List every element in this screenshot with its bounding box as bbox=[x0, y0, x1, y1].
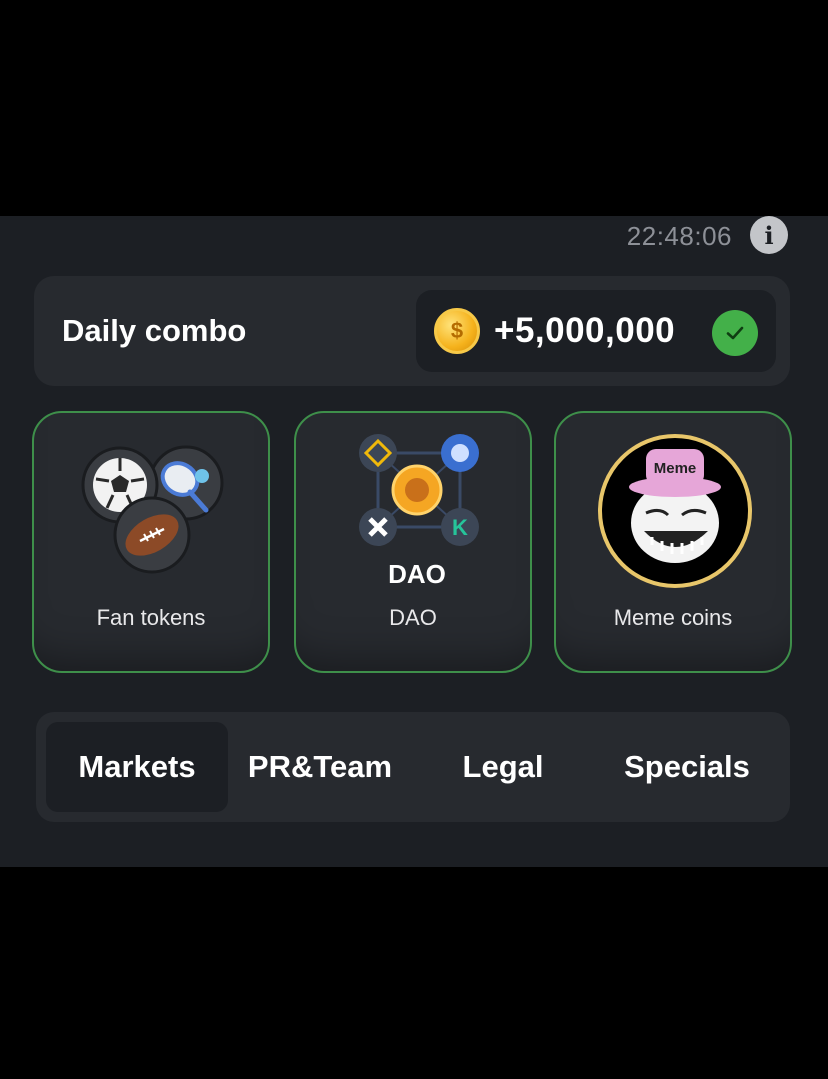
card-dao[interactable]: K DAO DAO bbox=[294, 411, 532, 673]
svg-text:K: K bbox=[452, 515, 468, 540]
reward-value: +5,000,000 bbox=[494, 311, 676, 350]
card-fan-tokens[interactable]: Fan tokens bbox=[32, 411, 270, 673]
card-label: DAO bbox=[389, 605, 437, 630]
countdown-timer: 22:48:06 bbox=[626, 220, 732, 251]
daily-combo-reward: $ +5,000,000 bbox=[416, 290, 776, 372]
daily-combo-title: Daily combo bbox=[62, 313, 247, 348]
coin-icon: $ bbox=[434, 308, 480, 354]
tab-legal[interactable]: Legal bbox=[412, 722, 594, 812]
meme-art-text: Meme bbox=[654, 460, 697, 477]
category-cards: Fan tokens K DAO DAO Meme Meme coins bbox=[32, 411, 794, 673]
category-tabs: Markets PR&Team Legal Specials bbox=[36, 712, 790, 822]
dao-art-text: DAO bbox=[388, 559, 446, 589]
fan-tokens-icon bbox=[81, 445, 224, 574]
card-label: Meme coins bbox=[613, 605, 733, 630]
tab-specials[interactable]: Specials bbox=[596, 722, 778, 812]
check-icon bbox=[712, 310, 758, 356]
tab-markets[interactable]: Markets bbox=[46, 722, 228, 812]
info-icon[interactable]: i bbox=[750, 216, 788, 254]
meme-coins-icon: Meme bbox=[598, 434, 752, 588]
dao-icon: K DAO bbox=[359, 434, 479, 589]
card-label: Fan tokens bbox=[96, 605, 206, 630]
timer-row: 22:48:06 i bbox=[627, 216, 788, 256]
mine-panel: 22:48:06 i Daily combo $ +5,000,000 Fan … bbox=[0, 216, 828, 867]
card-meme-coins[interactable]: Meme Meme coins bbox=[554, 411, 792, 673]
tab-pr-team[interactable]: PR&Team bbox=[229, 722, 411, 812]
daily-combo-card[interactable]: Daily combo $ +5,000,000 bbox=[34, 276, 790, 386]
